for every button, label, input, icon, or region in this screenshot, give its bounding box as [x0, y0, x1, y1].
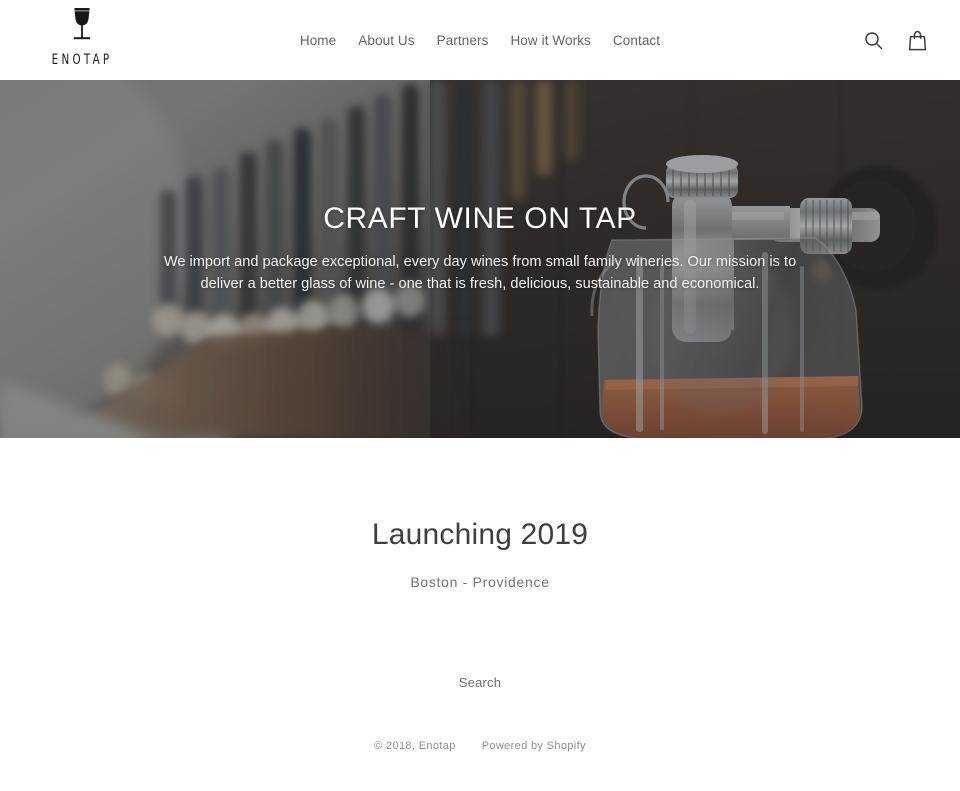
nav-item-home[interactable]: Home	[289, 29, 347, 52]
nav-item-partners[interactable]: Partners	[426, 29, 500, 52]
main-navigation: Home About Us Partners How it Works Cont…	[0, 0, 960, 80]
copyright-text: © 2018, Enotap	[374, 740, 456, 752]
page-title: Launching 2019	[371, 518, 589, 551]
search-icon[interactable]	[862, 28, 884, 52]
wine-glass-icon	[67, 6, 97, 49]
nav-item-contact[interactable]: Contact	[602, 29, 671, 52]
logo-wordmark: ENOTAP	[51, 52, 113, 68]
page-root: ENOTAP Home About Us Partners How it Wor…	[0, 0, 960, 791]
site-footer: Search © 2018, Enotap Powered by Shopify	[0, 590, 960, 752]
site-header: ENOTAP Home About Us Partners How it Wor…	[0, 0, 960, 80]
footer-link-search[interactable]: Search	[459, 675, 501, 690]
nav-item-how-it-works[interactable]: How it Works	[499, 29, 601, 52]
header-actions	[862, 0, 928, 80]
hero-subtitle: We import and package exceptional, every…	[163, 253, 797, 293]
hero-content: CRAFT WINE ON TAP We import and package …	[0, 202, 960, 296]
site-logo[interactable]: ENOTAP	[36, 6, 128, 68]
nav-item-about-us[interactable]: About Us	[347, 29, 425, 52]
hero-title: CRAFT WINE ON TAP	[323, 202, 637, 235]
powered-by-shopify-link[interactable]: Powered by Shopify	[482, 740, 586, 752]
hero-banner: CRAFT WINE ON TAP We import and package …	[0, 80, 960, 438]
shopping-bag-icon[interactable]	[906, 28, 928, 52]
main-content: Launching 2019 Boston - Providence	[0, 438, 960, 590]
footer-bottom-bar: © 2018, Enotap Powered by Shopify	[0, 740, 960, 752]
page-subtitle: Boston - Providence	[410, 574, 550, 590]
